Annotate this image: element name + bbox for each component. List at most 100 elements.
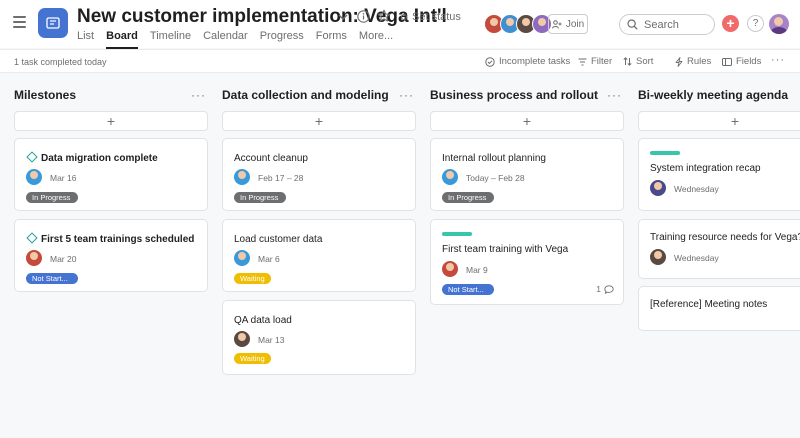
more-options-icon[interactable]: ··· — [771, 54, 785, 66]
column-title[interactable]: Business process and rollout — [430, 88, 624, 108]
hamburger-menu-icon[interactable] — [13, 16, 26, 28]
tag-color-bar — [650, 151, 680, 155]
sort-icon — [623, 57, 632, 66]
set-status-label: Set status — [412, 11, 461, 23]
filter-label: Filter — [591, 56, 613, 67]
column-more-icon[interactable]: ··· — [399, 88, 414, 102]
search-input[interactable]: Search — [619, 14, 715, 35]
assignee-avatar[interactable] — [26, 250, 42, 266]
sort-label: Sort — [636, 56, 654, 67]
due-date: Wednesday — [674, 184, 719, 194]
tab-timeline[interactable]: Timeline — [150, 30, 191, 49]
status-dot-icon — [401, 14, 407, 20]
task-card[interactable]: Data migration complete Mar 16 In Progre… — [14, 138, 208, 211]
join-button[interactable]: Join — [548, 14, 588, 34]
add-task-button[interactable]: + — [638, 111, 800, 131]
due-date: Mar 13 — [258, 335, 285, 345]
status-badge[interactable]: In Progress — [26, 192, 78, 203]
star-icon[interactable] — [377, 9, 391, 23]
check-circle-icon — [485, 56, 495, 67]
task-card[interactable]: Load customer data Mar 6 Waiting — [222, 219, 416, 292]
status-badge[interactable]: Waiting — [234, 273, 271, 284]
due-date: Mar 16 — [50, 173, 77, 183]
status-badge[interactable]: Not Start... — [442, 284, 494, 295]
assignee-avatar[interactable] — [650, 180, 666, 196]
task-card[interactable]: Account cleanup Feb 17 – 28 In Progress — [222, 138, 416, 211]
lightning-icon — [675, 56, 683, 67]
task-card[interactable]: QA data load Mar 13 Waiting — [222, 300, 416, 375]
task-title: Account cleanup — [234, 153, 308, 164]
chevron-down-icon[interactable] — [337, 11, 349, 23]
task-card[interactable]: [Reference] Meeting notes — [638, 286, 800, 331]
column-title[interactable]: Bi-weekly meeting agenda — [638, 88, 800, 108]
filter-button[interactable]: Filter — [578, 56, 612, 67]
task-title: Internal rollout planning — [442, 153, 546, 164]
status-badge[interactable]: In Progress — [234, 192, 286, 203]
assignee-avatar[interactable] — [26, 169, 42, 185]
tab-list[interactable]: List — [77, 30, 94, 49]
tab-progress[interactable]: Progress — [260, 30, 304, 49]
task-title: First 5 team trainings scheduled — [26, 232, 194, 245]
task-title: [Reference] Meeting notes — [650, 299, 768, 310]
board-column-data-collection: Data collection and modeling ··· + Accou… — [222, 88, 416, 375]
board-column-business-process: Business process and rollout ··· + Inter… — [430, 88, 624, 305]
assignee-avatar[interactable] — [234, 331, 250, 347]
task-card[interactable]: First 5 team trainings scheduled Mar 20 … — [14, 219, 208, 292]
tab-calendar[interactable]: Calendar — [203, 30, 248, 49]
fields-button[interactable]: Fields — [722, 56, 761, 67]
task-title: Load customer data — [234, 234, 323, 245]
due-date: Wednesday — [674, 253, 719, 263]
board-column-milestones: Milestones ··· + Data migration complete… — [14, 88, 208, 292]
task-title: QA data load — [234, 315, 292, 326]
assignee-avatar[interactable] — [442, 169, 458, 185]
project-title[interactable]: New customer implementation: Vega Int'l — [77, 6, 447, 28]
rules-button[interactable]: Rules — [675, 56, 711, 67]
tab-more[interactable]: More... — [359, 30, 393, 49]
add-task-button[interactable]: + — [222, 111, 416, 131]
task-card[interactable]: System integration recap Wednesday — [638, 138, 800, 211]
user-avatar[interactable] — [769, 14, 789, 34]
status-badge[interactable]: In Progress — [442, 192, 494, 203]
incomplete-tasks-button[interactable]: Incomplete tasks — [485, 56, 570, 67]
add-task-button[interactable]: + — [14, 111, 208, 131]
status-badge[interactable]: Waiting — [234, 353, 271, 364]
task-card[interactable]: Internal rollout planning Today – Feb 28… — [430, 138, 624, 211]
column-title[interactable]: Milestones — [14, 88, 208, 108]
filter-icon — [578, 58, 587, 65]
add-task-button[interactable]: + — [430, 111, 624, 131]
assignee-avatar[interactable] — [650, 249, 666, 265]
column-more-icon[interactable]: ··· — [607, 88, 622, 102]
search-icon — [627, 19, 638, 30]
task-card[interactable]: Training resource needs for Vega? Wednes… — [638, 219, 800, 279]
tab-forms[interactable]: Forms — [316, 30, 347, 49]
column-more-icon[interactable]: ··· — [191, 88, 206, 102]
tab-board[interactable]: Board — [106, 30, 138, 49]
fields-label: Fields — [736, 56, 762, 67]
assignee-avatar[interactable] — [234, 169, 250, 185]
sort-button[interactable]: Sort — [623, 56, 653, 67]
task-card[interactable]: First team training with Vega Mar 9 Not … — [430, 219, 624, 305]
task-title: Data migration complete — [26, 151, 158, 164]
set-status-button[interactable]: Set status — [401, 11, 461, 23]
incomplete-tasks-label: Incomplete tasks — [499, 56, 571, 67]
due-date: Mar 20 — [50, 254, 77, 264]
board-icon[interactable] — [38, 8, 68, 38]
rules-label: Rules — [687, 56, 712, 67]
comment-icon — [604, 284, 614, 294]
assignee-avatar[interactable] — [442, 261, 458, 277]
status-badge[interactable]: Not Start... — [26, 273, 78, 284]
project-members[interactable] — [484, 14, 552, 34]
due-date: Mar 6 — [258, 254, 280, 264]
quick-add-button[interactable]: + — [722, 15, 739, 32]
assignee-avatar[interactable] — [234, 250, 250, 266]
project-tabs: List Board Timeline Calendar Progress Fo… — [77, 30, 405, 49]
comment-count[interactable]: 1 — [596, 284, 614, 294]
top-header: New customer implementation: Vega Int'l … — [0, 0, 800, 49]
due-date: Today – Feb 28 — [466, 173, 525, 183]
info-icon[interactable] — [356, 9, 370, 23]
task-title: System integration recap — [650, 163, 761, 174]
column-title[interactable]: Data collection and modeling — [222, 88, 416, 108]
due-date: Mar 9 — [466, 265, 488, 275]
help-button[interactable]: ? — [747, 15, 764, 32]
task-title: First team training with Vega — [442, 244, 569, 255]
